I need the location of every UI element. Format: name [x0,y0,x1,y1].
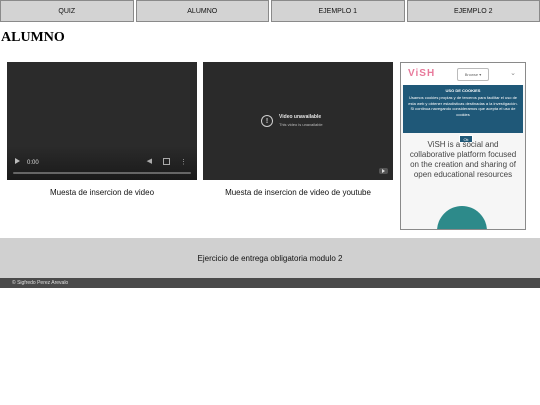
footer-band: Ejercicio de entrega obligatoria modulo … [0,238,540,278]
page-title: ALUMNO [1,30,65,45]
vish-embed[interactable]: ViSH Browse ▾ ⌄ USO DE COOKIES Usamos co… [400,62,526,230]
cookie-text: Usamos cookies propias y de terceros par… [408,95,518,117]
copyright: © Sigfredo Perez Arevalo [0,278,540,288]
nav-ejemplo2-button[interactable]: EJEMPLO 2 [406,0,540,22]
vish-illustration [437,206,487,229]
vish-description: ViSH is a social and collaborative platf… [409,140,517,179]
youtube-player[interactable]: ! Video unavailable This video is unavai… [203,62,393,180]
more-options-icon[interactable]: ⋮ [180,159,187,166]
unavailable-title: Video unavailable [279,114,322,120]
chevron-down-icon[interactable]: ⌄ [510,69,516,77]
nav-ejemplo1-button[interactable]: EJEMPLO 1 [271,0,405,22]
unavailable-subtitle: This video is unavailable [279,122,323,127]
cookie-banner: USO DE COOKIES Usamos cookies propias y … [403,85,523,143]
top-nav: QUIZ ALUMNO EJEMPLO 1 EJEMPLO 2 [0,0,540,22]
video-caption: Muesta de insercion de video [49,188,155,197]
nav-quiz-button[interactable]: QUIZ [0,0,134,22]
alert-icon: ! [261,115,273,127]
video-progress-bar[interactable] [13,172,191,174]
video-time: 0:00 [27,160,39,166]
fullscreen-icon[interactable] [163,158,170,165]
youtube-logo-icon[interactable] [379,168,388,174]
volume-icon[interactable]: ◀ [147,158,152,165]
nav-alumno-button[interactable]: ALUMNO [135,0,269,22]
video-controls: 0:00 ◀ ⋮ [7,146,197,180]
vish-logo[interactable]: ViSH [408,68,435,79]
browse-select[interactable]: Browse ▾ [457,68,489,81]
cookie-title: USO DE COOKIES [445,88,481,93]
play-icon[interactable] [15,158,20,164]
video-player[interactable]: 0:00 ◀ ⋮ [7,62,197,180]
vish-header: ViSH Browse ▾ ⌄ [401,63,525,85]
unavailable-message: ! Video unavailable This video is unavai… [261,114,323,127]
youtube-caption: Muesta de insercion de video de youtube [225,188,371,197]
